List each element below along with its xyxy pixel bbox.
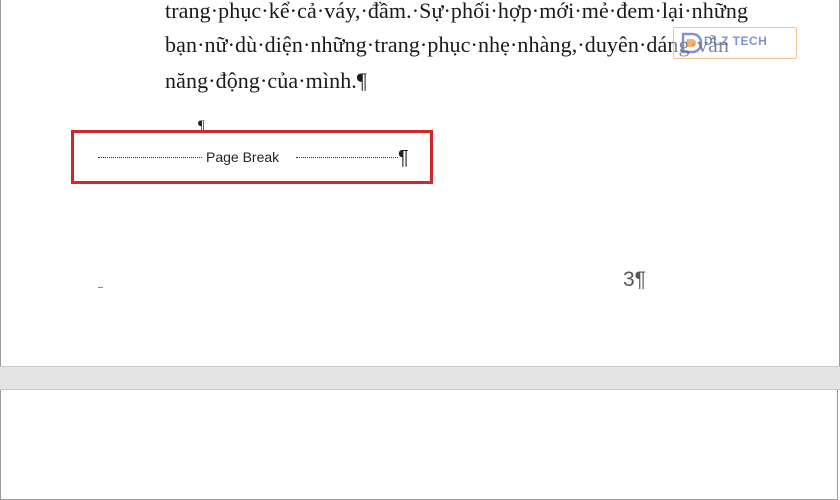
margin-mark [98, 287, 103, 288]
page-break-pilcrow: ¶ [398, 147, 409, 169]
page-break-highlight: Page Break ¶ [71, 130, 433, 184]
watermark-logo: DLZ TECH [673, 27, 797, 59]
dlz-logo-icon [681, 32, 703, 54]
page-break-label: Page Break [206, 149, 280, 165]
page-break-dotted-line-left [98, 157, 202, 158]
page-break-dotted-line-right [296, 157, 398, 158]
body-text-line-1[interactable]: trang·phục·kể·cả·váy,·đầm.·Sự·phối·hợp·m… [165, 0, 748, 24]
body-text-line-3[interactable]: năng·động·của·mình.¶ [165, 68, 367, 94]
page-gap [0, 366, 840, 390]
next-document-page[interactable] [0, 390, 838, 500]
watermark-text: DLZ TECH [704, 34, 768, 48]
page-break-marker[interactable]: Page Break ¶ [98, 147, 409, 169]
page-number: 3¶ [623, 268, 646, 291]
document-page[interactable]: trang·phục·kể·cả·váy,·đầm.·Sự·phối·hợp·m… [0, 0, 840, 366]
body-text-line-2[interactable]: bạn·nữ·dù·diện·những·trang·phục·nhẹ·nhàn… [165, 32, 729, 58]
